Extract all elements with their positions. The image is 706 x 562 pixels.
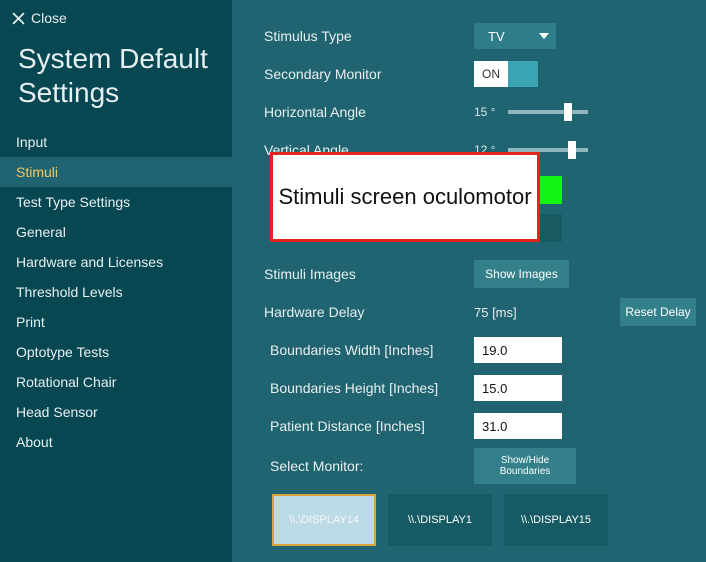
slider-thumb[interactable] [564,103,572,121]
sidebar: Close System Default Settings Input Stim… [0,0,232,562]
horizontal-angle-value: 15 ° [474,105,504,119]
sidebar-item-general[interactable]: General [0,217,232,247]
monitor-tile-display14[interactable]: \\.\DISPLAY14 [272,494,376,546]
horizontal-angle-slider[interactable] [508,110,588,114]
close-button[interactable]: Close [0,10,232,34]
secondary-monitor-label: Secondary Monitor [264,66,474,82]
horizontal-angle-label: Horizontal Angle [264,104,474,120]
sidebar-item-print[interactable]: Print [0,307,232,337]
show-images-button[interactable]: Show Images [474,260,569,288]
secondary-monitor-toggle[interactable]: ON [474,61,538,87]
sidebar-item-rotational-chair[interactable]: Rotational Chair [0,367,232,397]
main-panel: Stimulus Type TV Secondary Monitor ON Ho… [232,0,706,562]
sidebar-item-optotype-tests[interactable]: Optotype Tests [0,337,232,367]
chevron-down-icon [538,32,550,40]
page-title: System Default Settings [0,34,232,127]
sidebar-item-hardware-licenses[interactable]: Hardware and Licenses [0,247,232,277]
stimulus-type-dropdown[interactable]: TV [474,23,556,49]
stimulus-type-label: Stimulus Type [264,28,474,44]
toggle-knob: ON [474,61,508,87]
sidebar-item-threshold-levels[interactable]: Threshold Levels [0,277,232,307]
sidebar-nav: Input Stimuli Test Type Settings General… [0,127,232,457]
boundaries-width-input[interactable] [474,337,562,363]
reset-delay-button[interactable]: Reset Delay [620,298,696,326]
hardware-delay-value: 75 [ms] [474,305,517,320]
close-label: Close [31,10,67,26]
monitor-selector: \\.\DISPLAY14 \\.\DISPLAY1 \\.\DISPLAY15 [272,494,696,546]
hardware-delay-label: Hardware Delay [264,304,474,320]
sidebar-item-test-type[interactable]: Test Type Settings [0,187,232,217]
monitor-tile-display15[interactable]: \\.\DISPLAY15 [504,494,608,546]
select-monitor-label: Select Monitor: [264,458,474,474]
boundaries-height-input[interactable] [474,375,562,401]
sidebar-item-head-sensor[interactable]: Head Sensor [0,397,232,427]
show-hide-boundaries-button[interactable]: Show/Hide Boundaries [474,448,576,484]
patient-distance-label: Patient Distance [Inches] [264,418,474,434]
sidebar-item-input[interactable]: Input [0,127,232,157]
patient-distance-input[interactable] [474,413,562,439]
sidebar-item-about[interactable]: About [0,427,232,457]
monitor-tile-display1[interactable]: \\.\DISPLAY1 [388,494,492,546]
boundaries-width-label: Boundaries Width [Inches] [264,342,474,358]
boundaries-height-label: Boundaries Height [Inches] [264,380,474,396]
sidebar-item-stimuli[interactable]: Stimuli [0,157,232,187]
stimuli-images-label: Stimuli Images [264,266,474,282]
slider-thumb[interactable] [568,141,576,159]
annotation-overlay: Stimuli screen oculomotor [270,152,540,242]
stimulus-type-value: TV [488,29,505,44]
close-icon [12,12,25,25]
